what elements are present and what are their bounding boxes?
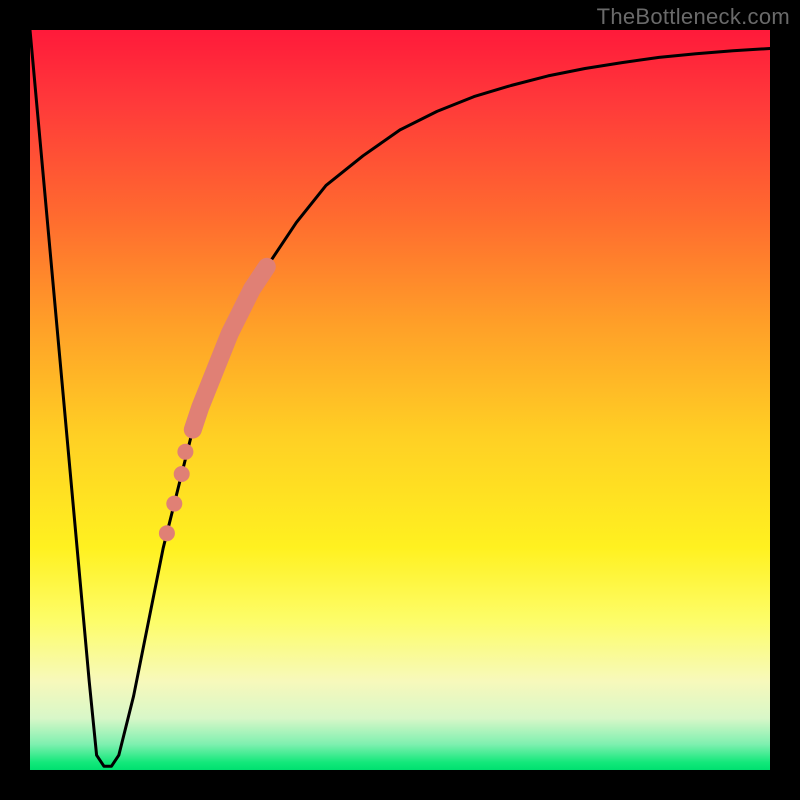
watermark-text: TheBottleneck.com — [597, 4, 790, 30]
highlight-dot — [174, 466, 190, 482]
highlight-dot — [177, 444, 193, 460]
highlight-dot — [166, 496, 182, 512]
main-curve — [30, 30, 770, 766]
highlight-dot — [159, 525, 175, 541]
curve-layer — [30, 30, 770, 766]
highlight-segment — [193, 267, 267, 430]
chart-frame: TheBottleneck.com — [0, 0, 800, 800]
plot-area — [30, 30, 770, 770]
chart-svg — [30, 30, 770, 770]
